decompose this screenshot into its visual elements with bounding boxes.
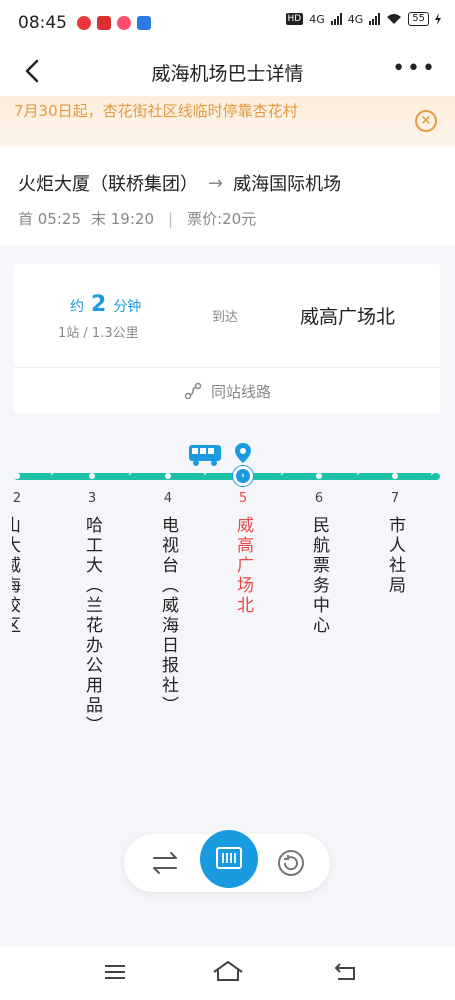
route-from: 火炬大厦（联桥集团） (18, 174, 198, 195)
stop-dot (89, 473, 95, 479)
location-pin-icon (235, 443, 251, 463)
stop-number: 5 (238, 491, 248, 506)
refresh-icon[interactable] (276, 848, 306, 878)
stop-name: 电视台（威海日报社） (158, 516, 178, 716)
track-arrow-icon: › (203, 468, 208, 479)
battery-icon: 55 (408, 12, 429, 26)
bus-card-button[interactable] (200, 830, 258, 888)
stop-item[interactable]: 2 山大威海校区 (5, 488, 29, 640)
stop-name: 山大威海校区 (12, 516, 20, 636)
stop-dot (165, 473, 171, 479)
route-to: 威海国际机场 (233, 174, 342, 195)
network-label: 4G (347, 12, 364, 26)
track-arrow-icon: › (356, 468, 361, 479)
ticket-price: 票价:20元 (187, 210, 257, 228)
system-back-icon[interactable] (334, 962, 356, 982)
route-direction: 火炬大厦（联桥集团） → 威海国际机场 (18, 170, 341, 196)
arrival-card: 约 2 分钟 1站 / 1.3公里 到达 威高广场北 同站线路 (14, 264, 440, 414)
nav-bar: 威海机场巴士详情 ••• (0, 46, 455, 98)
eta-distance: 1站 / 1.3公里 (58, 326, 139, 341)
stop-number: 2 (12, 491, 22, 506)
app-notification-icon (77, 16, 91, 30)
stop-name: 威高广场北 (233, 516, 253, 616)
divider: | (168, 209, 174, 228)
arrive-label: 到达 (212, 310, 239, 325)
network-label: 4G (309, 12, 325, 26)
current-stop-marker[interactable]: › (233, 466, 253, 486)
stop-item[interactable]: 4 电视台（威海日报社） (156, 488, 180, 720)
route-arrow-icon: → (208, 172, 224, 194)
stop-number: 3 (87, 491, 97, 506)
app-notification-icon (117, 16, 131, 30)
charging-icon (435, 13, 441, 25)
route-info: 火炬大厦（联桥集团） → 威海国际机场 首 05:25 末 19:20 | 票价… (0, 146, 455, 246)
track-arrow-icon: › (50, 468, 55, 479)
signal-icon (330, 13, 342, 25)
arrival-eta: 约 2 分钟 (70, 292, 141, 317)
status-time: 08:45 (18, 13, 67, 33)
notice-banner[interactable]: 7月30日起，杏花街社区线临时停靠杏花村 × (0, 96, 455, 146)
menu-icon[interactable] (104, 964, 126, 980)
route-icon (184, 382, 202, 400)
track-arrow-icon: › (280, 468, 285, 479)
stop-number: 7 (390, 491, 400, 506)
track-arrow-icon: › (128, 468, 133, 479)
close-icon[interactable]: × (415, 110, 437, 132)
more-options-icon[interactable]: ••• (392, 58, 437, 80)
swap-direction-icon[interactable] (150, 850, 180, 876)
stop-number: 4 (163, 491, 173, 506)
first-bus-time: 首 05:25 (18, 210, 81, 228)
eta-minutes: 2 (91, 292, 107, 317)
stop-item-active[interactable]: 5 威高广场北 (231, 488, 255, 620)
stop-name: 民航票务中心 (309, 516, 329, 636)
last-bus-time: 末 19:20 (91, 210, 154, 228)
signal-icon (369, 13, 381, 25)
system-nav-bar (0, 946, 455, 1000)
app-notification-icon (137, 16, 151, 30)
stop-dot (392, 473, 398, 479)
route-track (14, 473, 440, 480)
stop-dot (14, 473, 20, 479)
home-icon[interactable] (212, 960, 244, 982)
status-app-icons (77, 16, 151, 30)
app-notification-icon (97, 16, 111, 30)
track-arrow-icon: › (430, 468, 435, 479)
bus-card-icon (216, 847, 242, 869)
page-title: 威海机场巴士详情 (151, 62, 304, 85)
stop-item[interactable]: 6 民航票务中心 (307, 488, 331, 640)
same-station-lines-button[interactable]: 同站线路 (14, 368, 440, 414)
back-arrow-icon[interactable] (18, 56, 48, 86)
wifi-icon (387, 14, 402, 24)
route-meta: 首 05:25 末 19:20 | 票价:20元 (18, 208, 256, 229)
bottom-toolbar (124, 830, 330, 892)
eta-prefix: 约 (70, 299, 84, 315)
stop-dot (316, 473, 322, 479)
stop-name: 哈工大（兰花办公用品） (82, 516, 102, 736)
bus-icon (189, 445, 221, 466)
stop-name: 市人社局 (385, 516, 405, 596)
stop-number: 6 (314, 491, 324, 506)
status-indicators: HD 4G 4G 55 (285, 12, 441, 26)
eta-unit: 分钟 (113, 299, 142, 315)
stop-item[interactable]: 3 哈工大（兰花办公用品） (80, 488, 104, 740)
status-bar: 08:45 HD 4G 4G 55 (0, 0, 455, 46)
arrive-station: 威高广场北 (300, 306, 396, 328)
hd-badge: HD (285, 13, 304, 25)
same-station-label: 同站线路 (210, 382, 271, 401)
notice-text: 7月30日起，杏花街社区线临时停靠杏花村 (14, 102, 298, 120)
stop-item[interactable]: 7 市人社局 (383, 488, 407, 600)
